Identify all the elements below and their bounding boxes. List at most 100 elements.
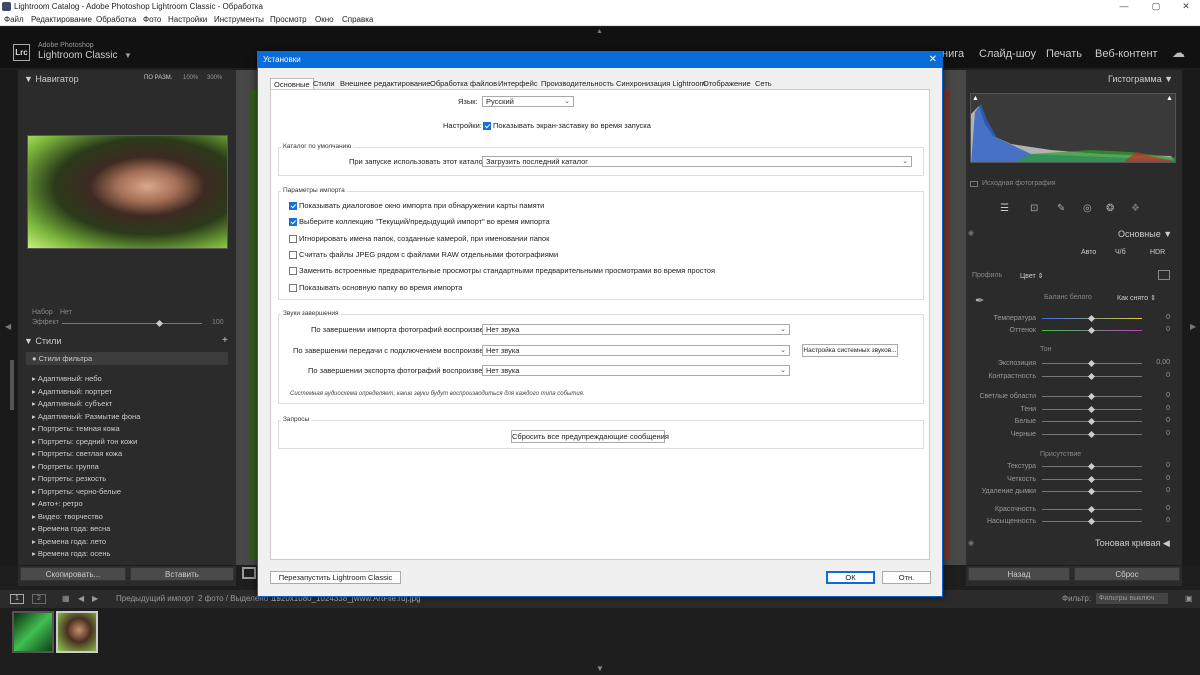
tone-curve-header[interactable]: Тоновая кривая ◀ (1095, 536, 1170, 550)
back-button[interactable]: Назад (968, 567, 1070, 581)
style-item[interactable]: ▸ Адаптивный: портрет (32, 387, 112, 396)
add-style-icon[interactable]: + (222, 335, 228, 346)
style-item[interactable]: ▸ Портреты: светлая кожа (32, 449, 122, 458)
import-option-checkbox[interactable] (289, 283, 297, 292)
heal-icon[interactable]: ✎ (1057, 203, 1065, 214)
menu-view[interactable]: Просмотр (270, 13, 307, 26)
histogram-header[interactable]: Гистограмма ▼ (1108, 72, 1173, 86)
filmstrip-thumb-1[interactable] (12, 611, 54, 653)
ok-button[interactable]: ОК (826, 571, 875, 584)
redeye-icon[interactable]: ◎ (1083, 203, 1092, 214)
style-item[interactable]: ▸ Портреты: резкость (32, 474, 106, 483)
mask-icon[interactable]: ❂ (1106, 203, 1114, 214)
view-2-button[interactable]: 2 (32, 594, 46, 604)
auto-button[interactable]: Авто (1081, 249, 1096, 256)
filmstrip-thumb-2[interactable] (56, 611, 98, 653)
sound-note: Системная аудиосхема определяет, какие з… (290, 391, 585, 397)
sound-tether-select[interactable]: Нет звука ⌄ (482, 345, 790, 356)
preset-brush-icon[interactable]: ❖ (1131, 203, 1140, 214)
minimize-button[interactable]: — (1114, 0, 1134, 13)
filter-select[interactable]: Фильтры выключ (1096, 593, 1168, 604)
bw-button[interactable]: Ч/б (1115, 249, 1126, 256)
basic-header[interactable]: Основные ▼ (1118, 227, 1172, 241)
highlight-clip-icon[interactable]: ▲ (1166, 95, 1173, 102)
module-web[interactable]: Веб-контент (1095, 48, 1158, 60)
eyedropper-icon[interactable]: ✒ (975, 294, 984, 307)
style-item[interactable]: ▸ Адаптивный: субъект (32, 399, 112, 408)
menu-file[interactable]: Файл (4, 13, 24, 26)
module-print[interactable]: Печать (1046, 48, 1082, 60)
close-window-button[interactable]: ✕ (1176, 0, 1196, 13)
styles-scrollbar[interactable] (10, 360, 14, 410)
profile-grid-icon[interactable] (1158, 270, 1170, 280)
splash-checkbox[interactable] (483, 122, 491, 130)
effect-slider[interactable] (62, 323, 202, 324)
zoom-300[interactable]: 300% (207, 75, 222, 81)
collapse-left-icon[interactable]: ◀ (5, 322, 11, 331)
menu-edit[interactable]: Редактирование (31, 13, 92, 26)
reset-warnings-button[interactable]: Сбросить все предупреждающие сообщения (511, 430, 669, 443)
prev-arrow-icon[interactable]: ◀ (78, 590, 84, 608)
loupe-view-icon[interactable] (242, 567, 256, 579)
style-item[interactable]: ▸ Адаптивный: Размытие фона (32, 412, 140, 421)
module-slideshow[interactable]: Слайд-шоу (979, 48, 1036, 60)
tone-curve-eye-icon[interactable]: ◉ (968, 539, 974, 547)
menu-settings[interactable]: Настройки (168, 13, 207, 26)
style-item[interactable]: ▸ Видео: творчество (32, 512, 103, 521)
profile-value[interactable]: Цвет ⇕ (1020, 272, 1044, 280)
view-1-button[interactable]: 1 (10, 594, 24, 604)
collapse-top-icon[interactable]: ▲ (596, 28, 603, 35)
eye-icon[interactable]: ◉ (968, 229, 974, 237)
system-sounds-button[interactable]: Настройка системных звуков... (802, 344, 898, 357)
styles-header[interactable]: ▼ Стили (24, 334, 61, 348)
import-option-checkbox[interactable] (289, 234, 297, 243)
next-arrow-icon[interactable]: ▶ (92, 590, 98, 608)
cancel-button[interactable]: Отн. (882, 571, 931, 584)
paste-button[interactable]: Вставить (130, 567, 234, 581)
menu-develop[interactable]: Обработка (96, 13, 136, 26)
grid-icon[interactable]: ▦ (62, 590, 70, 608)
style-item[interactable]: ▸ Портреты: средний тон кожи (32, 437, 137, 446)
menu-window[interactable]: Окно (315, 13, 334, 26)
style-item[interactable]: ▸ Портреты: черно-белые (32, 487, 121, 496)
import-option-checkbox[interactable] (289, 267, 297, 276)
style-item[interactable]: ▸ Портреты: темная кожа (32, 424, 120, 433)
dialog-close-icon[interactable]: ✕ (929, 51, 937, 68)
edit-sliders-icon[interactable]: ☰ (1000, 203, 1009, 214)
collapse-right-icon[interactable]: ▶ (1190, 322, 1196, 331)
catalog-select[interactable]: Загрузить последний каталог ⌄ (482, 156, 912, 167)
style-item[interactable]: ▸ Времена года: лето (32, 537, 106, 546)
navigator-preview[interactable] (27, 135, 228, 249)
cloud-icon[interactable]: ☁ (1172, 45, 1185, 61)
language-select[interactable]: Русский ⌄ (482, 96, 574, 107)
navigator-header[interactable]: ▼ Навигатор (24, 72, 79, 86)
zoom-100[interactable]: 100% (183, 75, 198, 81)
shadow-clip-icon[interactable]: ▲ (972, 95, 979, 102)
style-item[interactable]: ▸ Авто+: ретро (32, 499, 83, 508)
module-book[interactable]: нига (942, 48, 964, 60)
menu-photo[interactable]: Фото (143, 13, 161, 26)
copy-button[interactable]: Скопировать... (20, 567, 126, 581)
collapse-bottom-icon[interactable]: ▼ (596, 664, 604, 673)
reset-button[interactable]: Сброс (1074, 567, 1180, 581)
filmstrip-source[interactable]: Предыдущий импорт (116, 590, 194, 608)
sound-export-select[interactable]: Нет звука ⌄ (482, 365, 790, 376)
crop-icon[interactable]: ⊡ (1030, 203, 1038, 214)
chevron-down-icon[interactable]: ▼ (124, 51, 132, 60)
sound-import-select[interactable]: Нет звука ⌄ (482, 324, 790, 335)
import-option-checkbox[interactable] (289, 202, 297, 210)
import-option-checkbox[interactable] (289, 218, 297, 227)
style-item[interactable]: ▸ Адаптивный: небо (32, 374, 102, 383)
menu-help[interactable]: Справка (342, 13, 373, 26)
import-option-checkbox[interactable] (289, 250, 297, 259)
menu-tools[interactable]: Инструменты (214, 13, 264, 26)
filter-lock-icon[interactable]: ▣ (1185, 590, 1193, 608)
style-item[interactable]: ▸ Портреты: группа (32, 462, 99, 471)
restart-button[interactable]: Перезапустить Lightroom Classic (270, 571, 401, 584)
style-item[interactable]: ▸ Времена года: весна (32, 524, 110, 533)
maximize-button[interactable]: ▢ (1146, 0, 1166, 13)
zoom-fit[interactable]: ПО РАЗМ. (144, 75, 172, 81)
style-item[interactable]: ▸ Времена года: осень (32, 549, 110, 558)
hdr-button[interactable]: HDR (1150, 249, 1165, 256)
wb-value[interactable]: Как снято ⇕ (1117, 294, 1156, 302)
